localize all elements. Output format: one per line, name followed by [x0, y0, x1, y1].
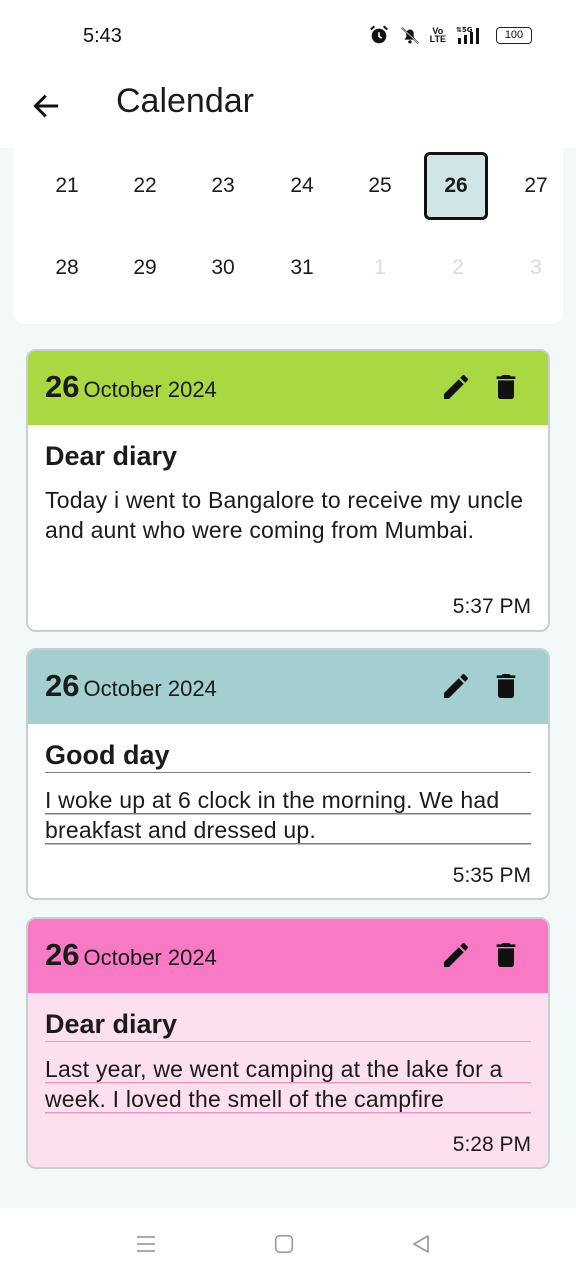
- trash-icon: [496, 375, 516, 399]
- app-bar: Calendar: [0, 72, 576, 148]
- entry-body: Dear diary Last year, we went camping at…: [28, 993, 548, 1167]
- entry-title: Dear diary: [45, 441, 178, 471]
- entry-actions: [440, 670, 522, 702]
- pencil-icon: [444, 673, 469, 698]
- edit-button[interactable]: [440, 670, 472, 702]
- entry-header: 26 October 2024: [28, 650, 548, 724]
- volte-bottom-label: LTE: [429, 34, 446, 44]
- calendar-day[interactable]: 25: [348, 152, 412, 220]
- pencil-icon: [444, 374, 469, 399]
- mute-icon: [400, 27, 419, 44]
- system-nav-bar: [0, 1208, 576, 1280]
- entry-title: Dear diary: [45, 1007, 531, 1042]
- calendar-grid: 21 22 23 24 25 26 27 28 29 30 31 1 2 3: [13, 148, 563, 324]
- 5g-signal-icon: ⇅5G: [456, 26, 479, 44]
- entry-time: 5:28 PM: [452, 1133, 531, 1156]
- calendar-day[interactable]: 22: [113, 152, 177, 220]
- entry-header: 26 October 2024: [28, 351, 548, 425]
- delete-button[interactable]: [490, 939, 522, 971]
- home-icon: [274, 1234, 294, 1254]
- calendar-day[interactable]: 31: [270, 234, 334, 302]
- entry-header: 26 October 2024: [28, 919, 548, 993]
- entry-month-year: October 2024: [83, 676, 217, 701]
- calendar-day-other-month[interactable]: 2: [426, 234, 490, 302]
- arrow-left-icon: [33, 94, 59, 118]
- entry-text: I woke up at 6 clock in the morning. We …: [45, 785, 531, 845]
- pencil-icon: [444, 942, 469, 967]
- back-button[interactable]: [26, 86, 66, 126]
- diary-entry-card[interactable]: 26 October 2024 Dear diary Last year, we …: [26, 917, 550, 1169]
- delete-button[interactable]: [490, 371, 522, 403]
- calendar-day[interactable]: 30: [191, 234, 255, 302]
- entry-body: Dear diary Today i went to Bangalore to …: [28, 425, 548, 630]
- entry-day: 26: [45, 937, 80, 972]
- entry-date: 26 October 2024: [45, 369, 217, 405]
- entry-day: 26: [45, 369, 80, 404]
- status-icons: Vo LTE ⇅5G 100: [368, 24, 532, 46]
- menu-icon: [137, 1236, 155, 1252]
- page-title: Calendar: [116, 82, 254, 120]
- home-button[interactable]: [270, 1230, 298, 1258]
- calendar-day[interactable]: 24: [270, 152, 334, 220]
- entry-text: Last year, we went camping at the lake f…: [45, 1054, 531, 1114]
- back-triangle-icon: [413, 1235, 429, 1253]
- trash-icon: [496, 943, 516, 967]
- entry-day: 26: [45, 668, 80, 703]
- entry-time: 5:37 PM: [452, 595, 531, 618]
- entry-text: Today i went to Bangalore to receive my …: [45, 487, 524, 543]
- recent-apps-button[interactable]: [132, 1230, 160, 1258]
- calendar-day[interactable]: 29: [113, 234, 177, 302]
- calendar-week: 28 29 30 31 1 2 3: [27, 232, 575, 304]
- status-time: 5:43: [83, 25, 122, 47]
- system-back-button[interactable]: [407, 1230, 435, 1258]
- diary-entry-card[interactable]: 26 October 2024 Good day I woke up at 6 c…: [26, 648, 550, 900]
- calendar-day-other-month[interactable]: 3: [504, 234, 568, 302]
- entry-actions: [440, 939, 522, 971]
- edit-button[interactable]: [440, 371, 472, 403]
- calendar-day-selected[interactable]: 26: [424, 152, 488, 220]
- edit-button[interactable]: [440, 939, 472, 971]
- delete-button[interactable]: [490, 670, 522, 702]
- status-bar: 5:43 Vo LTE ⇅5G 100: [0, 0, 576, 72]
- entry-date: 26 October 2024: [45, 937, 217, 973]
- trash-icon: [496, 674, 516, 698]
- entry-month-year: October 2024: [83, 377, 217, 402]
- entry-body: Good day I woke up at 6 clock in the mor…: [28, 724, 548, 898]
- calendar-day-other-month[interactable]: 1: [348, 234, 412, 302]
- entry-date: 26 October 2024: [45, 668, 217, 704]
- entry-actions: [440, 371, 522, 403]
- entry-time: 5:35 PM: [452, 864, 531, 887]
- calendar-day[interactable]: 23: [191, 152, 255, 220]
- entry-title: Good day: [45, 738, 531, 773]
- alarm-icon: [369, 25, 388, 44]
- battery-icon: 100: [496, 26, 532, 44]
- calendar-day[interactable]: 28: [35, 234, 99, 302]
- diary-entry-card[interactable]: 26 October 2024 Dear diary Today i went t…: [26, 349, 550, 632]
- calendar-day[interactable]: 27: [504, 152, 568, 220]
- calendar-week: 21 22 23 24 25 26 27: [27, 150, 575, 222]
- volte-icon: Vo LTE: [429, 27, 446, 44]
- entry-month-year: October 2024: [83, 945, 217, 970]
- calendar-day[interactable]: 21: [35, 152, 99, 220]
